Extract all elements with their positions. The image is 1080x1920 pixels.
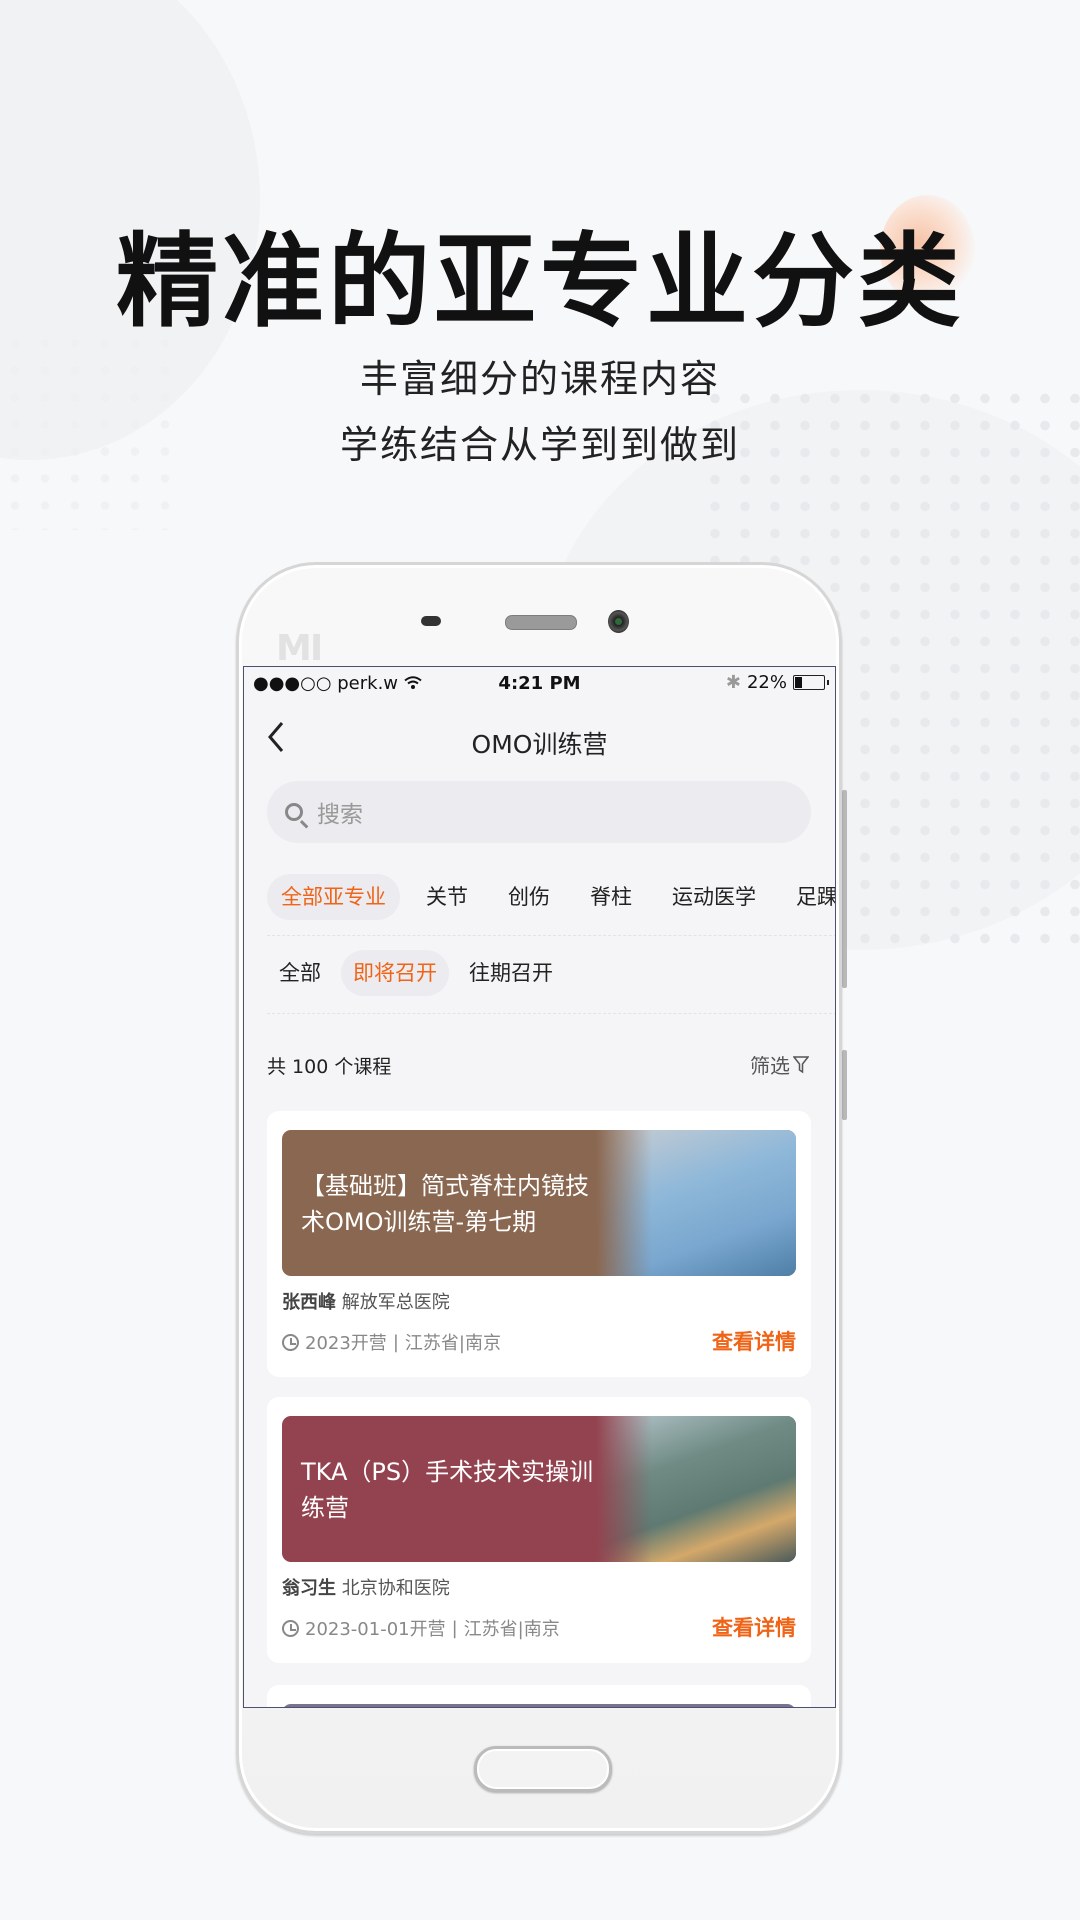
course-count: 共 100 个课程 [267, 1056, 392, 1078]
divider [267, 935, 835, 936]
tab-sports-medicine[interactable]: 运动医学 [658, 874, 770, 920]
specialty-tabs: 全部亚专业 关节 创伤 脊柱 运动医学 足踝 [267, 874, 835, 920]
phone-power-button [842, 1050, 847, 1120]
promo-subline: 丰富细分的课程内容 [359, 357, 720, 401]
earpiece-speaker [505, 615, 577, 630]
view-details-link[interactable]: 查看详情 [712, 1612, 796, 1642]
brand-logo: MI [276, 628, 323, 669]
course-banner: TKA（PS）手术技术实操训练营 [282, 1416, 796, 1562]
tab-joint[interactable]: 关节 [412, 874, 482, 920]
tab-trauma[interactable]: 创伤 [494, 874, 564, 920]
front-camera-icon [608, 610, 629, 633]
course-card[interactable]: TKA（PS）手术技术实操训练营 翁习生 北京协和医院 2023-01-01开营… [267, 1397, 811, 1663]
course-title: TKA（PS）手术技术实操训练营 [301, 1458, 594, 1522]
page-title: OMO训练营 [471, 730, 608, 759]
doctor-name: 翁习生 [282, 1578, 336, 1599]
course-date: 2023开营 [305, 1333, 387, 1354]
search-input[interactable]: 搜索 [267, 781, 811, 843]
tab-spine[interactable]: 脊柱 [576, 874, 646, 920]
course-banner-photo [596, 1130, 796, 1276]
battery-icon [793, 675, 829, 690]
course-banner: 【基础班】简式脊柱内镜技术OMO训练营-第七期 [282, 1130, 796, 1276]
status-right: ✱ 22% [725, 672, 829, 693]
bluetooth-icon: ✱ [725, 672, 741, 693]
course-card[interactable]: 【基础班】简式脊柱内镜技术OMO训练营-第七期 张西峰 解放军总医院 2023开… [267, 1111, 811, 1377]
clock-icon [282, 1619, 299, 1637]
search-icon [285, 803, 303, 821]
search-placeholder: 搜索 [317, 802, 363, 828]
phone-volume-button [842, 790, 847, 988]
meta-separator: | [392, 1331, 399, 1353]
nav-bar: OMO训练营 [244, 715, 835, 765]
course-meta: 2023开营 | 江苏省|南京 [282, 1329, 501, 1355]
filter-button[interactable]: 筛选 [750, 1050, 809, 1079]
tab-all[interactable]: 全部 [267, 950, 333, 996]
course-date: 2023-01-01开营 [305, 1619, 446, 1640]
filter-icon [793, 1055, 809, 1073]
meta-separator: | [451, 1617, 458, 1639]
course-instructor: 张西峰 解放军总医院 [282, 1288, 450, 1314]
battery-percent: 22% [746, 672, 787, 693]
proximity-sensor [421, 616, 441, 626]
promo-subline: 学练结合从学到到做到 [339, 423, 740, 467]
course-instructor: 翁习生 北京协和医院 [282, 1574, 450, 1600]
promo-headline: 精准的亚专业分类 [116, 223, 964, 342]
divider [267, 1013, 835, 1014]
hospital-name: 北京协和医院 [341, 1578, 450, 1599]
time-tabs: 全部 即将召开 往期召开 [267, 950, 573, 996]
course-title: 【基础班】简式脊柱内镜技术OMO训练营-第七期 [301, 1172, 589, 1236]
doctor-name: 张西峰 [282, 1292, 336, 1313]
course-meta: 2023-01-01开营 | 江苏省|南京 [282, 1615, 560, 1641]
tab-all-specialties[interactable]: 全部亚专业 [267, 874, 400, 920]
clock-icon [282, 1333, 299, 1351]
filter-label: 筛选 [750, 1054, 790, 1078]
course-banner [282, 1704, 796, 1707]
home-button [474, 1746, 612, 1792]
course-location: 江苏省|南京 [404, 1333, 501, 1354]
tab-upcoming[interactable]: 即将召开 [341, 950, 449, 996]
tab-foot-ankle[interactable]: 足踝 [782, 874, 835, 920]
hospital-name: 解放军总医院 [341, 1292, 450, 1313]
course-card-partial[interactable] [267, 1685, 811, 1707]
phone-screen: ●●●○○ perk.w 4:21 PM ✱ 22% OMO训练营 搜索 全部亚… [243, 666, 836, 1708]
view-details-link[interactable]: 查看详情 [712, 1326, 796, 1356]
status-bar: ●●●○○ perk.w 4:21 PM ✱ 22% [244, 667, 835, 701]
course-banner-photo [596, 1416, 796, 1562]
course-location: 江苏省|南京 [463, 1619, 560, 1640]
tab-past[interactable]: 往期召开 [457, 950, 565, 996]
